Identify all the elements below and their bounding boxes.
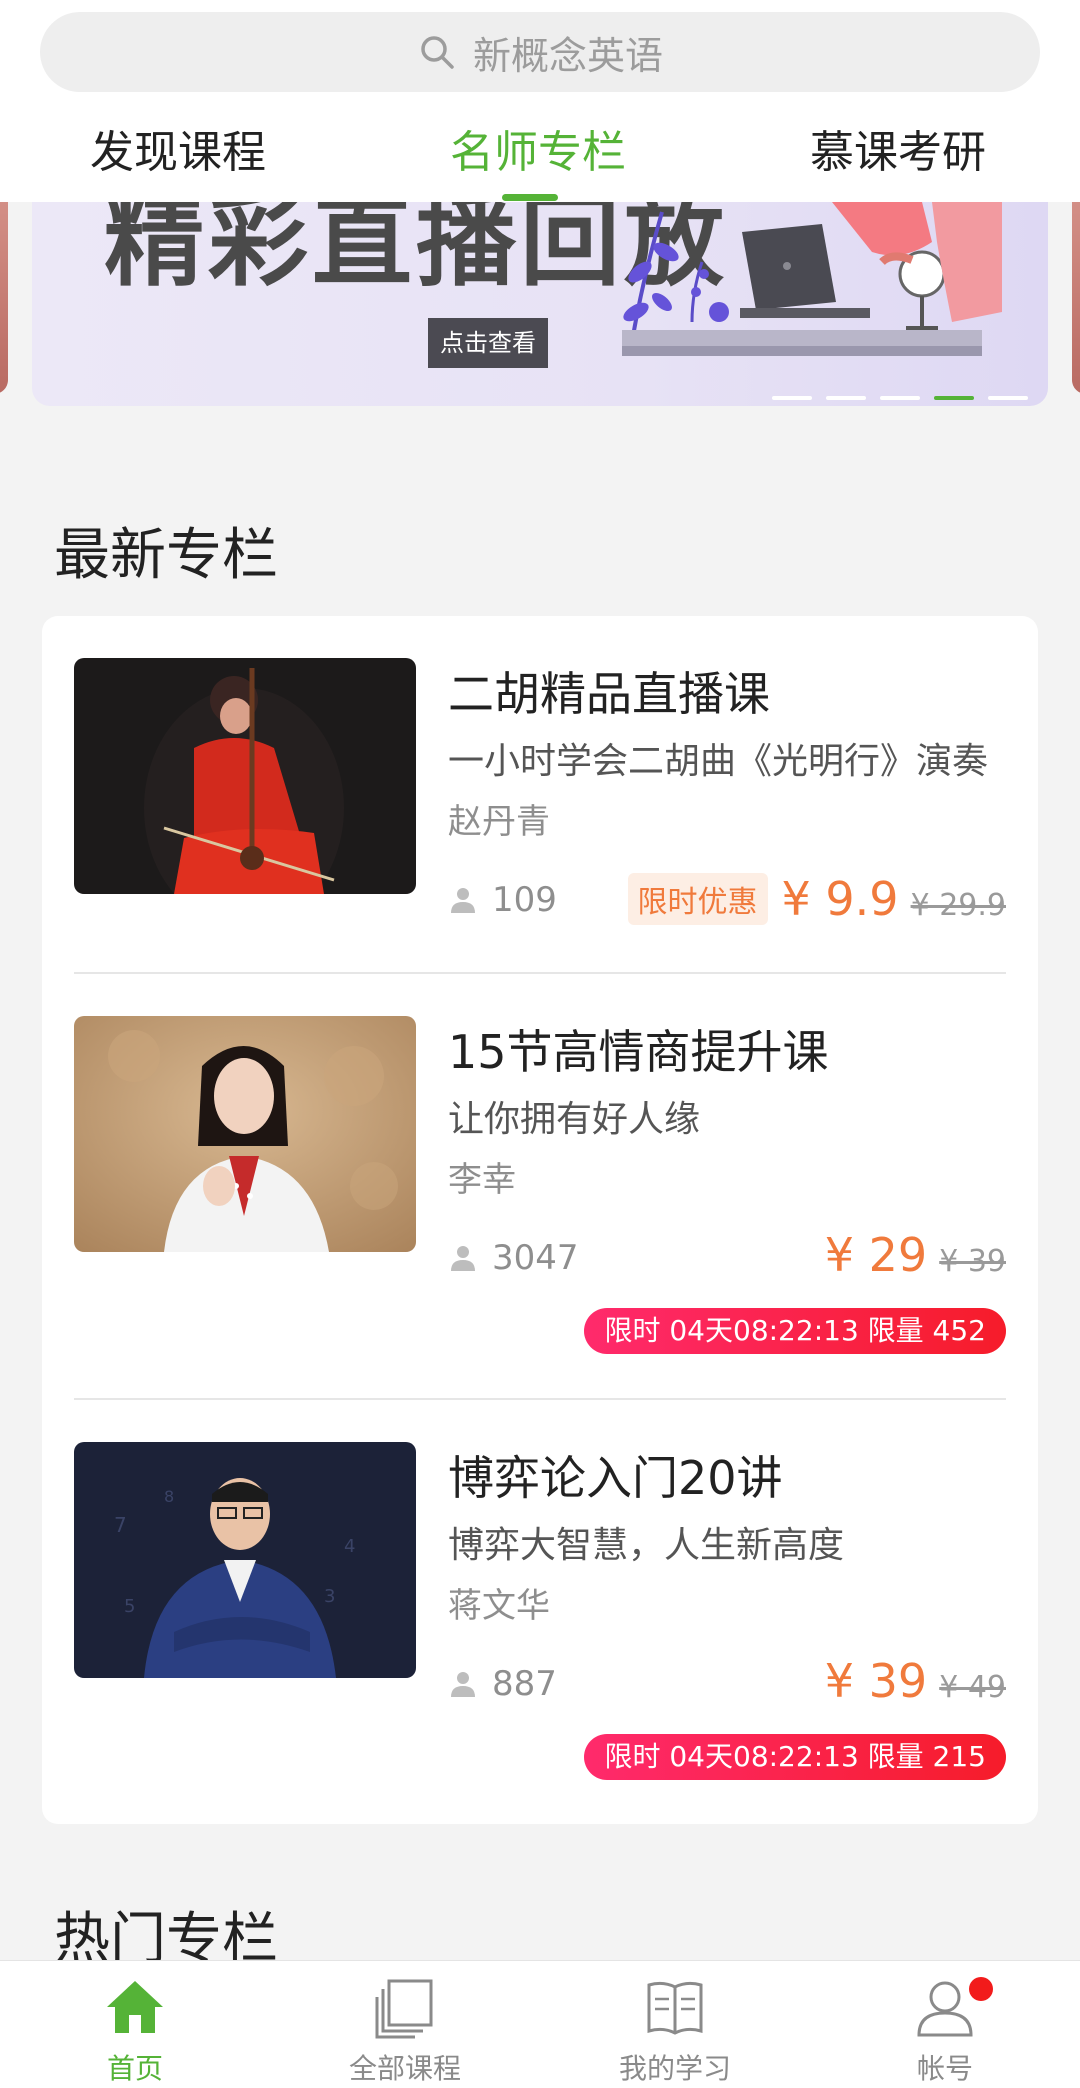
course-teacher: 蒋文华 bbox=[448, 1586, 550, 1626]
carousel-dot[interactable] bbox=[772, 396, 812, 400]
price-row: 限时优惠 ¥ 9.9 ¥ 29.9 bbox=[627, 872, 1006, 926]
enrollment-count-value: 3047 bbox=[492, 1238, 579, 1278]
svg-text:8: 8 bbox=[164, 1487, 174, 1506]
carousel-dot[interactable] bbox=[826, 396, 866, 400]
nav-account-label: 帐号 bbox=[916, 2052, 973, 2085]
svg-text:4: 4 bbox=[344, 1536, 355, 1557]
bottom-navigation: 首页 全部课程 我的学习 帐号 bbox=[0, 1960, 1080, 2088]
banner-slide[interactable]: 精彩直播回放 点击查看 bbox=[32, 202, 1048, 406]
original-price: ¥ 49 bbox=[939, 1670, 1006, 1705]
course-subtitle: 一小时学会二胡曲《光明行》演奏 bbox=[448, 741, 989, 782]
person-icon bbox=[451, 1246, 475, 1271]
user-icon bbox=[917, 1981, 973, 2037]
latest-courses-card: 二胡精品直播课 一小时学会二胡曲《光明行》演奏 赵丹青 109 限时优惠 ¥ 9… bbox=[42, 616, 1038, 1824]
promo-tag: 限时优惠 bbox=[627, 873, 768, 925]
carousel-dot[interactable] bbox=[988, 396, 1028, 400]
current-price: ¥ 9.9 bbox=[781, 872, 899, 926]
course-title: 二胡精品直播课 bbox=[448, 667, 770, 721]
original-price: ¥ 29.9 bbox=[910, 888, 1006, 923]
courses-icon bbox=[375, 1979, 433, 2039]
banner-next-peek[interactable] bbox=[1072, 202, 1080, 394]
latest-section-title: 最新专栏 bbox=[54, 523, 278, 588]
svg-text:7: 7 bbox=[114, 1513, 127, 1537]
banner-carousel[interactable]: 精彩直播回放 点击查看 bbox=[0, 202, 1080, 432]
course-title: 15节高情商提升课 bbox=[448, 1025, 829, 1079]
nav-account[interactable]: 帐号 bbox=[845, 1975, 1045, 2087]
enrollment-count: 887 bbox=[448, 1664, 557, 1704]
limited-offer-badge: 限时 04天08:22:13 限量 452 bbox=[584, 1308, 1006, 1354]
original-price: ¥ 39 bbox=[939, 1244, 1006, 1279]
enrollment-count-value: 109 bbox=[492, 880, 557, 920]
course-title: 博弈论入门20讲 bbox=[448, 1451, 783, 1505]
search-placeholder: 新概念英语 bbox=[472, 33, 663, 78]
course-subtitle: 让你拥有好人缘 bbox=[448, 1099, 701, 1140]
enrollment-count-value: 887 bbox=[492, 1664, 557, 1704]
category-tabs: 发现课程 名师专栏 慕课考研 bbox=[0, 118, 1080, 198]
nav-all-courses[interactable]: 全部课程 bbox=[305, 1975, 505, 2087]
tab-discover-courses[interactable]: 发现课程 bbox=[90, 118, 266, 198]
banner-illustration bbox=[622, 202, 1002, 356]
current-price: ¥ 39 bbox=[824, 1654, 928, 1708]
current-price: ¥ 29 bbox=[824, 1228, 928, 1282]
nav-my-learning[interactable]: 我的学习 bbox=[575, 1975, 775, 2087]
limited-offer-badge: 限时 04天08:22:13 限量 215 bbox=[584, 1734, 1006, 1780]
nav-all-courses-label: 全部课程 bbox=[348, 2052, 461, 2085]
course-item[interactable]: 二胡精品直播课 一小时学会二胡曲《光明行》演奏 赵丹青 109 限时优惠 ¥ 9… bbox=[42, 616, 1038, 972]
carousel-dot[interactable] bbox=[880, 396, 920, 400]
search-bar[interactable]: 新概念英语 bbox=[40, 12, 1040, 92]
course-thumbnail bbox=[74, 658, 416, 894]
search-icon bbox=[421, 36, 454, 69]
svg-text:3: 3 bbox=[324, 1586, 335, 1607]
home-icon bbox=[107, 1981, 163, 2033]
nav-my-learning-label: 我的学习 bbox=[618, 2052, 731, 2085]
course-item[interactable]: 15节高情商提升课 让你拥有好人缘 李幸 3047 ¥ 29 ¥ 39 限时 0… bbox=[42, 974, 1038, 1398]
course-teacher: 赵丹青 bbox=[448, 802, 550, 842]
person-icon bbox=[451, 888, 475, 913]
top-header: 新概念英语 发现课程 名师专栏 慕课考研 bbox=[0, 0, 1080, 202]
carousel-dot-active[interactable] bbox=[934, 396, 974, 400]
course-thumbnail bbox=[74, 1016, 416, 1252]
enrollment-count: 3047 bbox=[448, 1238, 579, 1278]
course-subtitle: 博弈大智慧，人生新高度 bbox=[448, 1525, 845, 1566]
course-item[interactable]: 7 8 4 3 5 博弈论入门20讲 博弈大智慧，人生新高度 蒋文华 887 ¥… bbox=[42, 1400, 1038, 1824]
nav-home[interactable]: 首页 bbox=[35, 1975, 235, 2087]
notification-dot bbox=[969, 1977, 993, 2001]
nav-home-label: 首页 bbox=[106, 2052, 163, 2085]
course-thumbnail: 7 8 4 3 5 bbox=[74, 1442, 416, 1678]
price-row: ¥ 39 ¥ 49 bbox=[825, 1654, 1006, 1708]
course-teacher: 李幸 bbox=[448, 1160, 516, 1200]
tab-teacher-columns[interactable]: 名师专栏 bbox=[450, 118, 626, 198]
price-row: ¥ 29 ¥ 39 bbox=[825, 1228, 1006, 1282]
person-icon bbox=[451, 1672, 475, 1697]
banner-prev-peek[interactable] bbox=[0, 202, 8, 394]
svg-text:5: 5 bbox=[124, 1596, 135, 1617]
active-tab-indicator bbox=[502, 194, 558, 201]
banner-view-button[interactable]: 点击查看 bbox=[428, 318, 548, 368]
tab-mooc-exam[interactable]: 慕课考研 bbox=[810, 118, 986, 198]
book-icon bbox=[647, 1981, 703, 2035]
enrollment-count: 109 bbox=[448, 880, 557, 920]
